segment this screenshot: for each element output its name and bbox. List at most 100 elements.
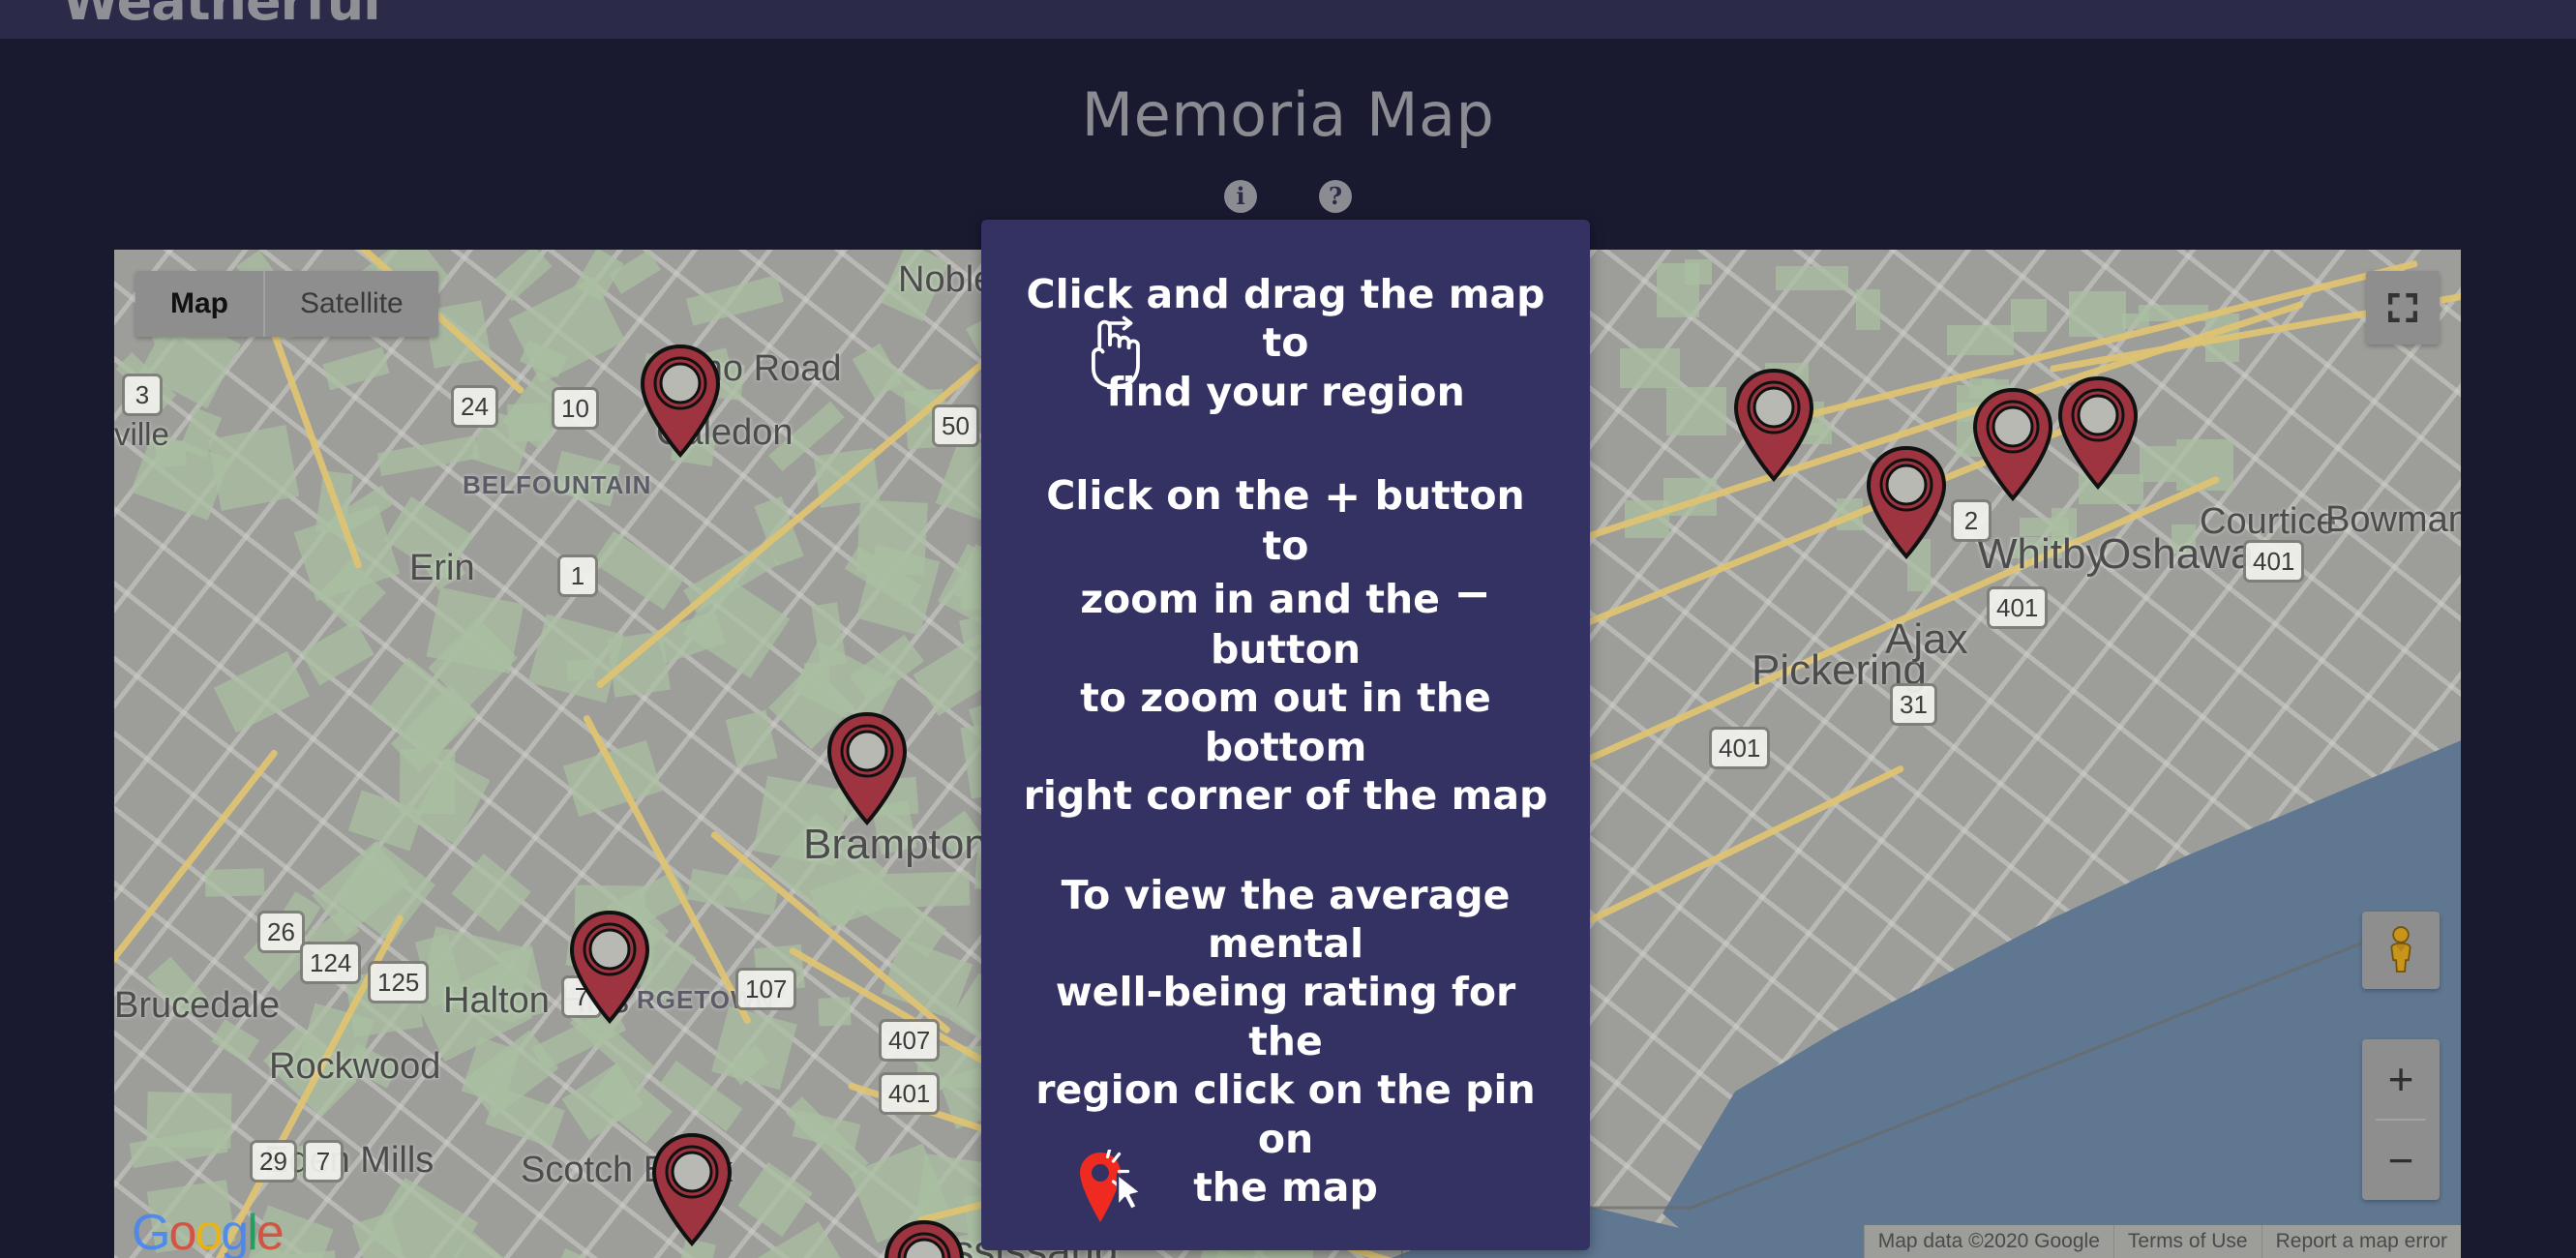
google-logo-g2: g	[221, 1205, 249, 1258]
instruction-zoom-row3: to zoom out in the bottom	[1080, 674, 1491, 770]
minus-glyph-icon: −	[1453, 567, 1491, 620]
map-label: Brucedale	[114, 985, 281, 1026]
map-pin-icon	[884, 1219, 964, 1258]
map-green-patch	[1656, 263, 1700, 317]
map-label: ville	[114, 416, 169, 452]
google-logo-o1: o	[168, 1205, 196, 1258]
instruction-pin: To view the average mental well-being ra…	[1022, 871, 1549, 1223]
fullscreen-icon	[2388, 293, 2417, 322]
marker-caledon[interactable]	[638, 344, 723, 459]
map-label: Brampton	[803, 821, 988, 868]
map-route-shield: 3	[122, 374, 163, 416]
map-route-shield: 401	[1987, 586, 2049, 629]
map-route-shield: 124	[300, 942, 362, 984]
map-route-shield: 401	[879, 1072, 941, 1115]
marker-whitby[interactable]	[1970, 387, 2055, 502]
map-label: Ajax	[1885, 615, 1968, 663]
title-icon-group: i ?	[0, 180, 2576, 213]
instruction-drag: Click and drag the map to find your regi…	[1022, 270, 1549, 416]
instruction-pin-line2: well-being rating for the	[1055, 969, 1516, 1064]
marker-north-2[interactable]	[2055, 375, 2141, 491]
map-label: Erin	[409, 548, 475, 588]
map-route-shield: 7	[303, 1140, 344, 1183]
map-route-shield: 125	[368, 961, 430, 1003]
map-label: Bowmanville	[2325, 499, 2461, 540]
instruction-zoom-row2: zoom in and the − button	[1022, 567, 1549, 674]
instruction-pin-line1: To view the average mental	[1061, 871, 1511, 967]
map-type-satellite-button[interactable]: Satellite	[265, 271, 438, 337]
map-type-map-button[interactable]: Map	[135, 271, 263, 337]
map-pin-icon	[640, 344, 721, 459]
google-logo-e: e	[255, 1205, 285, 1258]
map-route-shield: 401	[1709, 727, 1771, 769]
map-green-patch	[818, 997, 852, 1028]
map-label: Whitby	[1977, 530, 2108, 578]
map-attribution-item[interactable]: Report a map error	[2261, 1225, 2461, 1258]
map-pin-icon	[826, 711, 908, 826]
marker-ajax[interactable]	[1864, 445, 1949, 560]
map-pin-icon	[569, 910, 650, 1025]
instruction-zoom-row1: Click on the + button to	[1022, 466, 1549, 570]
marker-north-1[interactable]	[1731, 368, 1816, 483]
map-green-patch	[207, 425, 300, 512]
map-green-patch	[566, 659, 595, 682]
map-route-shield: 50	[932, 404, 979, 447]
marker-georgetown[interactable]	[567, 910, 652, 1025]
zoom-out-button[interactable]: −	[2362, 1121, 2440, 1200]
map-green-patch	[856, 499, 929, 576]
instruction-zoom: Click on the + button to zoom in and the…	[1022, 466, 1549, 820]
instruction-zoom-row4: right corner of the map	[1023, 772, 1548, 820]
google-logo: Google	[132, 1204, 285, 1258]
google-logo-g1: G	[132, 1205, 170, 1258]
map-route-shield: 26	[257, 911, 305, 953]
map-attribution-item: Map data ©2020 Google	[1863, 1225, 2113, 1258]
marker-milton[interactable]	[649, 1132, 734, 1247]
help-icon[interactable]: ?	[1319, 180, 1352, 213]
map-green-patch	[146, 1092, 232, 1150]
zoom-in-button[interactable]: +	[2362, 1039, 2440, 1119]
map-route-shield: 107	[735, 968, 797, 1010]
map-pin-icon	[651, 1132, 733, 1247]
map-pin-icon	[1866, 445, 1947, 560]
street-view-pegman-button[interactable]	[2362, 912, 2440, 989]
page-title: Memoria Map	[1081, 79, 1495, 150]
marker-brampton[interactable]	[824, 711, 910, 826]
click-pin-cursor-icon	[1080, 1150, 1143, 1223]
map-green-patch	[1855, 288, 1880, 331]
map-label: Courtice	[2200, 501, 2337, 542]
map-route-shield: 29	[250, 1140, 297, 1183]
info-icon[interactable]: i	[1224, 180, 1257, 213]
map-green-patch	[2010, 299, 2048, 333]
map-green-patch	[1619, 347, 1680, 389]
map-green-patch	[1947, 325, 2015, 356]
marker-oakville[interactable]	[882, 1219, 967, 1258]
plus-glyph-icon: +	[1323, 470, 1362, 524]
map-attribution-item[interactable]: Terms of Use	[2112, 1225, 2261, 1258]
map-green-patch	[2069, 291, 2127, 337]
map-route-shield: 2	[1951, 499, 1992, 542]
instructions-tooltip: Click and drag the map to find your regi…	[981, 220, 1590, 1251]
google-logo-o2: o	[195, 1205, 223, 1258]
zoom-controls[interactable]: + −	[2362, 1039, 2440, 1200]
app-brand-title: Weatherful	[62, 0, 381, 32]
drag-hand-icon	[1092, 315, 1140, 388]
instruction-zoom-part3: zoom in and the	[1080, 576, 1440, 623]
map-pin-icon	[1972, 387, 2053, 502]
map-route-shield: 407	[879, 1019, 941, 1062]
map-pin-icon	[1733, 368, 1814, 483]
street-view-pegman-icon	[2390, 926, 2411, 973]
map-route-shield: 31	[1890, 683, 1937, 726]
map-route-shield: 10	[552, 387, 599, 430]
map-label: BELFOUNTAIN	[463, 470, 652, 499]
map-type-toggle[interactable]: Map Satellite	[135, 271, 438, 337]
map-attribution[interactable]: Map data ©2020 Google Terms of Use Report …	[1863, 1225, 2461, 1258]
instruction-pin-line3: region click on the pin on	[1035, 1066, 1536, 1162]
map-route-shield: 401	[2243, 540, 2305, 583]
map-route-shield: 1	[557, 554, 598, 597]
app-header: Weatherful	[0, 0, 2576, 39]
map-green-patch	[205, 867, 265, 896]
instruction-zoom-part1: Click on the	[1046, 472, 1310, 520]
fullscreen-button[interactable]	[2366, 271, 2440, 344]
google-logo-l: l	[247, 1205, 257, 1258]
map-green-patch	[2139, 446, 2177, 483]
